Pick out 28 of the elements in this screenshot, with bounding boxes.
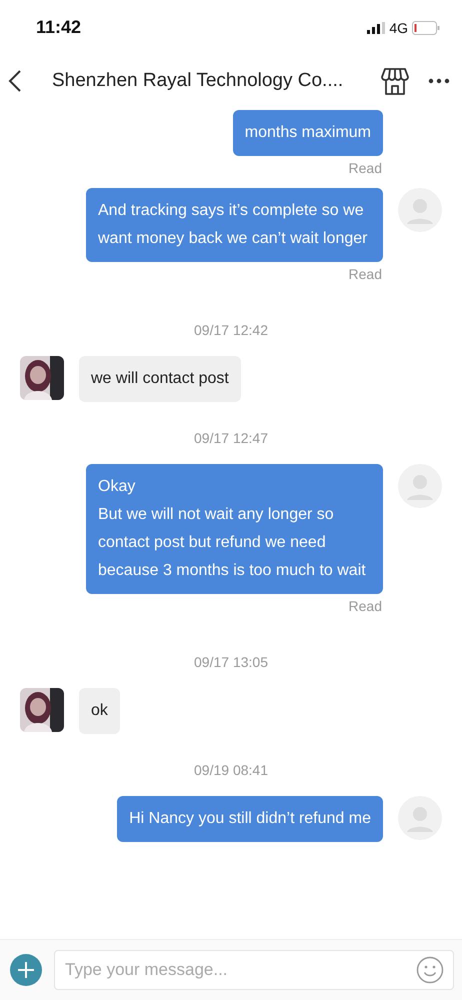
message-bubble: months maximum (232, 110, 383, 156)
chat-title: Shenzhen Rayal Technology Co.... (51, 70, 344, 92)
timestamp: 09/19 08:41 (194, 762, 268, 778)
message-bubble: And tracking says it’s complete so we want money back we can’t wait longer (86, 188, 383, 262)
read-receipt: Read (348, 160, 382, 176)
timestamp: 09/17 13:05 (194, 654, 268, 670)
message-bubble: Okay But we will not wait any longer so contact post but refund we need because 3 months is too much to wait (86, 464, 383, 594)
timestamp: 09/17 12:42 (194, 322, 268, 338)
signal-icon (367, 22, 386, 34)
message-bubble: ok (79, 688, 120, 734)
store-icon[interactable] (380, 66, 410, 96)
plus-icon (17, 961, 35, 979)
message-field[interactable]: Type your message... (54, 950, 454, 990)
avatar-icon (398, 464, 442, 508)
timestamp: 09/17 12:47 (194, 430, 268, 446)
message-bubble: Hi Nancy you still didn’t refund me (117, 796, 383, 842)
add-button[interactable] (10, 954, 42, 986)
network-label: 4G (389, 20, 408, 36)
message-bubble: we will contact post (79, 356, 241, 402)
back-button[interactable] (8, 69, 22, 93)
emoji-icon[interactable] (416, 956, 444, 984)
battery-icon (412, 20, 440, 34)
read-receipt: Read (348, 598, 382, 614)
avatar-icon (398, 796, 442, 840)
avatar-icon (398, 188, 442, 232)
read-receipt: Read (348, 266, 382, 282)
more-icon[interactable] (428, 78, 450, 84)
status-time: 11:42 (36, 17, 82, 38)
